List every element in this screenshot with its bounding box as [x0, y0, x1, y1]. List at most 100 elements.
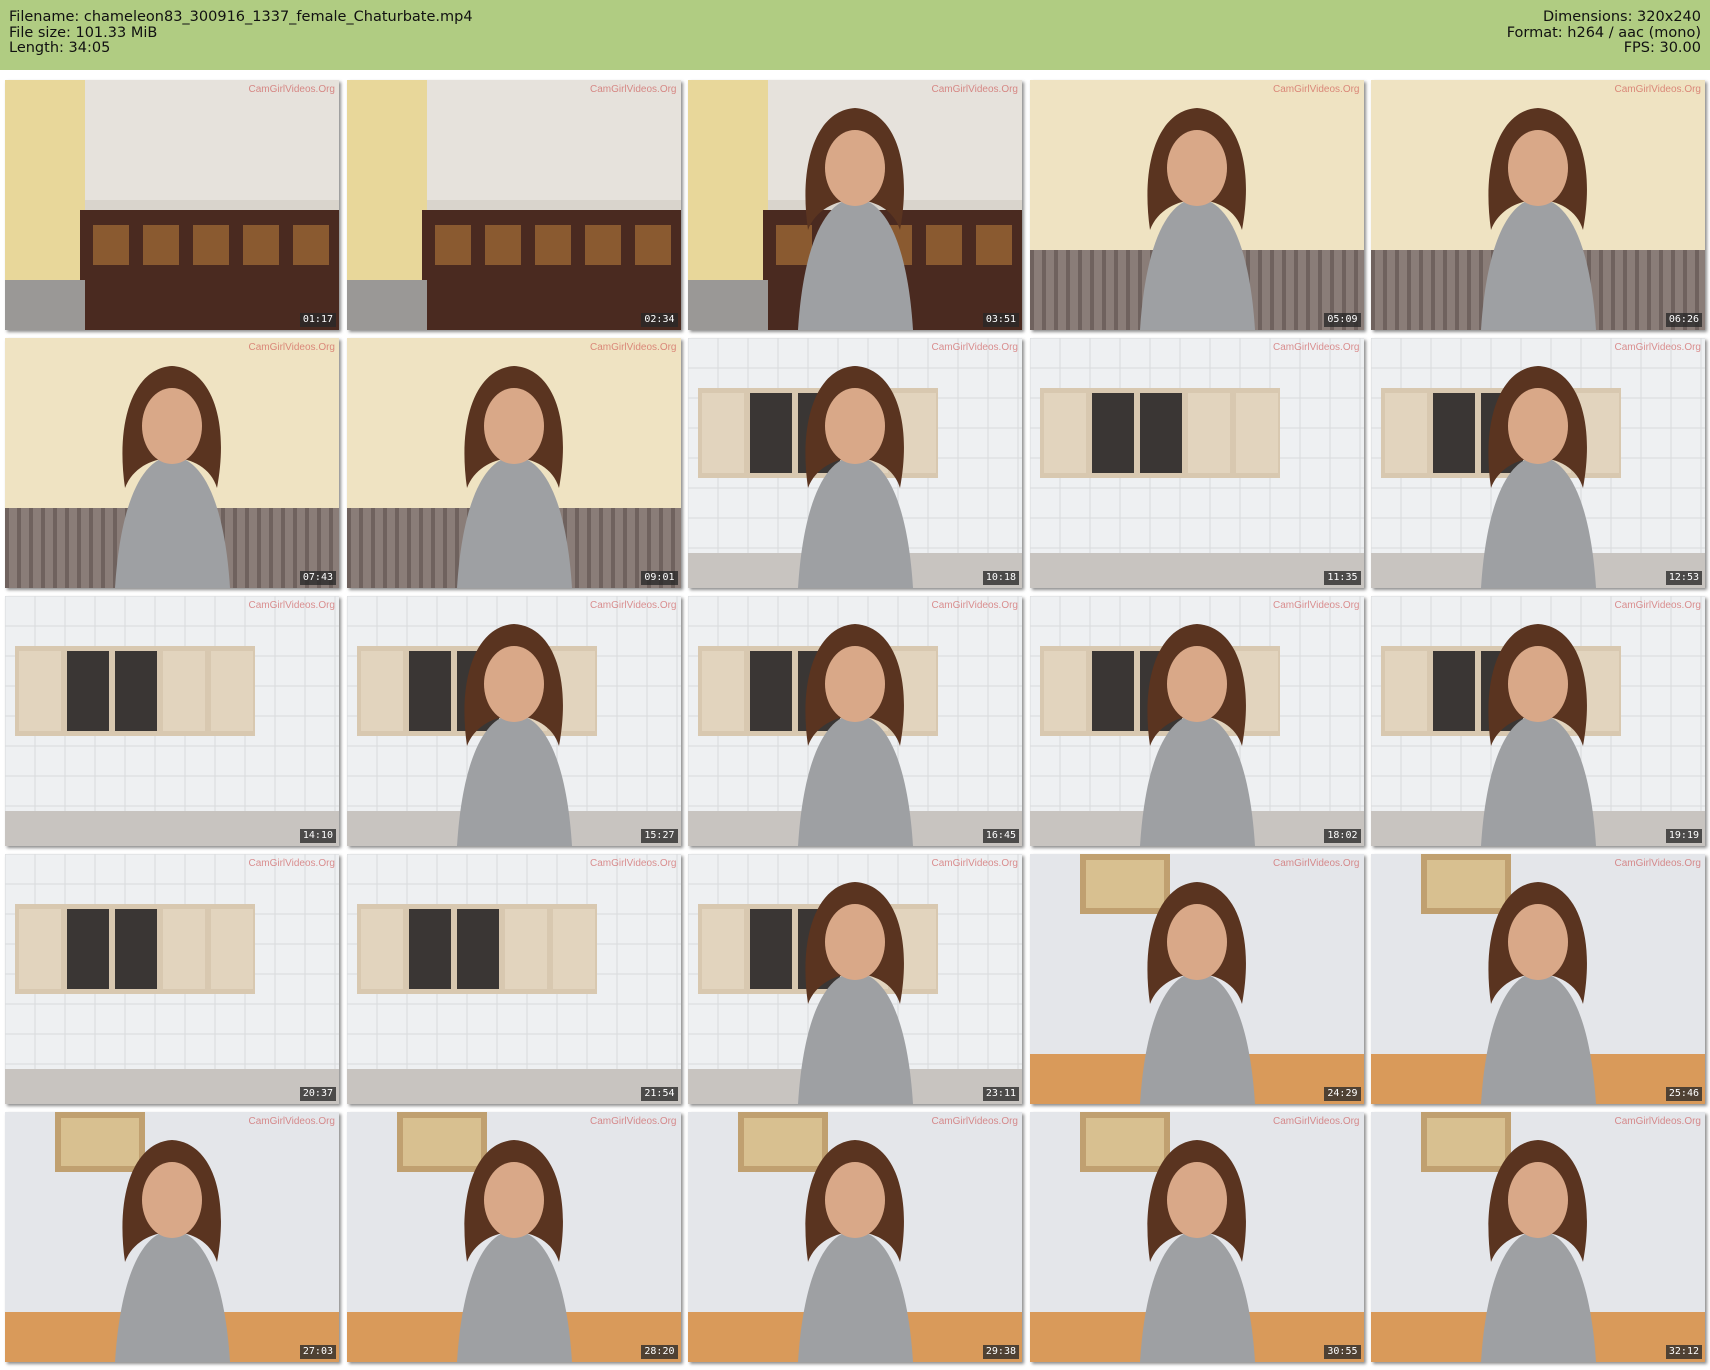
- thumbnail-frame: CamGirlVideos.Org 01:17: [5, 80, 339, 330]
- watermark-text: CamGirlVideos.Org: [1272, 1116, 1360, 1127]
- frame-image: [1029, 854, 1364, 1104]
- timestamp-label: 14:10: [299, 829, 336, 843]
- thumbnail-frame: CamGirlVideos.Org 15:27: [346, 596, 681, 846]
- watermark-text: CamGirlVideos.Org: [248, 342, 335, 353]
- frame-image: [1371, 1112, 1705, 1362]
- info-right: Dimensions: 320x240 Format: h264 / aac (…: [1506, 9, 1701, 57]
- frame-image: [5, 854, 339, 1104]
- frame-image: [346, 1112, 681, 1362]
- frame-image: [1029, 596, 1364, 846]
- watermark-text: CamGirlVideos.Org: [931, 84, 1018, 95]
- thumbnail-grid: CamGirlVideos.Org 01:17 CamGirlVideos.Org 0…: [5, 80, 1705, 1362]
- timestamp-label: 10:18: [982, 571, 1019, 585]
- thumbnail-frame: CamGirlVideos.Org 18:02: [1029, 596, 1364, 846]
- timestamp-label: 28:20: [641, 1345, 678, 1359]
- frame-image: [5, 338, 339, 588]
- watermark-text: CamGirlVideos.Org: [248, 600, 335, 611]
- frame-image: [1371, 338, 1705, 588]
- thumbnail-frame: CamGirlVideos.Org 05:09: [1029, 80, 1364, 330]
- frame-image: [5, 596, 339, 846]
- timestamp-label: 02:34: [641, 313, 678, 327]
- thumbnail-frame: CamGirlVideos.Org 32:12: [1371, 1112, 1705, 1362]
- watermark-text: CamGirlVideos.Org: [1614, 84, 1701, 95]
- watermark-text: CamGirlVideos.Org: [589, 342, 677, 353]
- thumbnail-frame: CamGirlVideos.Org 20:37: [5, 854, 339, 1104]
- watermark-text: CamGirlVideos.Org: [1614, 1116, 1701, 1127]
- timestamp-label: 16:45: [982, 829, 1019, 843]
- timestamp-label: 07:43: [299, 571, 336, 585]
- frame-image: [346, 596, 681, 846]
- thumbnail-frame: CamGirlVideos.Org 06:26: [1371, 80, 1705, 330]
- watermark-text: CamGirlVideos.Org: [248, 1116, 335, 1127]
- thumbnail-frame: CamGirlVideos.Org 12:53: [1371, 338, 1705, 588]
- timestamp-label: 18:02: [1324, 829, 1361, 843]
- frame-image: [688, 338, 1022, 588]
- dimensions-text: Dimensions: 320x240: [1542, 9, 1701, 25]
- watermark-text: CamGirlVideos.Org: [589, 1116, 677, 1127]
- watermark-text: CamGirlVideos.Org: [931, 858, 1018, 869]
- timestamp-label: 32:12: [1665, 1345, 1702, 1359]
- watermark-text: CamGirlVideos.Org: [931, 600, 1018, 611]
- watermark-text: CamGirlVideos.Org: [589, 84, 677, 95]
- timestamp-label: 27:03: [299, 1345, 336, 1359]
- thumbnail-frame: CamGirlVideos.Org 19:19: [1371, 596, 1705, 846]
- thumbnail-frame: CamGirlVideos.Org 10:18: [688, 338, 1022, 588]
- watermark-text: CamGirlVideos.Org: [1614, 858, 1701, 869]
- filesize-text: File size: 101.33 MiB: [9, 24, 158, 41]
- filename-text: Filename: chameleon83_300916_1337_female…: [9, 9, 473, 25]
- timestamp-label: 12:53: [1665, 571, 1702, 585]
- thumbnail-frame: CamGirlVideos.Org 28:20: [346, 1112, 681, 1362]
- frame-image: [346, 338, 681, 588]
- thumbnail-frame: CamGirlVideos.Org 14:10: [5, 596, 339, 846]
- timestamp-label: 11:35: [1324, 571, 1361, 585]
- frame-image: [1371, 596, 1705, 846]
- thumbnail-frame: CamGirlVideos.Org 23:11: [688, 854, 1022, 1104]
- watermark-text: CamGirlVideos.Org: [931, 342, 1018, 353]
- watermark-text: CamGirlVideos.Org: [589, 600, 677, 611]
- watermark-text: CamGirlVideos.Org: [1272, 858, 1360, 869]
- timestamp-label: 24:29: [1324, 1087, 1361, 1101]
- timestamp-label: 09:01: [641, 571, 678, 585]
- frame-image: [1371, 80, 1705, 330]
- frame-image: [688, 1112, 1022, 1362]
- frame-image: [5, 1112, 339, 1362]
- timestamp-label: 03:51: [982, 313, 1019, 327]
- timestamp-label: 05:09: [1324, 313, 1361, 327]
- frame-image: [688, 596, 1022, 846]
- timestamp-label: 23:11: [982, 1087, 1019, 1101]
- timestamp-label: 29:38: [982, 1345, 1019, 1359]
- fps-text: FPS: 30.00: [1623, 40, 1701, 56]
- info-header: Filename: chameleon83_300916_1337_female…: [0, 0, 1710, 70]
- frame-image: [346, 80, 681, 330]
- thumbnail-frame: CamGirlVideos.Org 07:43: [5, 338, 339, 588]
- thumbnail-frame: CamGirlVideos.Org 09:01: [346, 338, 681, 588]
- thumbnail-frame: CamGirlVideos.Org 16:45: [688, 596, 1022, 846]
- thumbnail-frame: CamGirlVideos.Org 21:54: [346, 854, 681, 1104]
- thumbnail-frame: CamGirlVideos.Org 25:46: [1371, 854, 1705, 1104]
- length-text: Length: 34:05: [9, 40, 111, 56]
- thumbnail-frame: CamGirlVideos.Org 02:34: [346, 80, 681, 330]
- thumbnail-frame: CamGirlVideos.Org 29:38: [688, 1112, 1022, 1362]
- watermark-text: CamGirlVideos.Org: [1614, 342, 1701, 353]
- thumbnail-frame: CamGirlVideos.Org 11:35: [1029, 338, 1364, 588]
- timestamp-label: 19:19: [1665, 829, 1702, 843]
- frame-image: [1029, 338, 1364, 588]
- watermark-text: CamGirlVideos.Org: [248, 858, 335, 869]
- timestamp-label: 15:27: [641, 829, 678, 843]
- info-left: Filename: chameleon83_300916_1337_female…: [9, 9, 473, 57]
- watermark-text: CamGirlVideos.Org: [1272, 600, 1360, 611]
- format-text: Format: h264 / aac (mono): [1506, 24, 1701, 41]
- timestamp-label: 30:55: [1324, 1345, 1361, 1359]
- watermark-text: CamGirlVideos.Org: [248, 84, 335, 95]
- watermark-text: CamGirlVideos.Org: [1272, 84, 1360, 95]
- thumbnail-frame: CamGirlVideos.Org 03:51: [688, 80, 1022, 330]
- timestamp-label: 21:54: [641, 1087, 678, 1101]
- watermark-text: CamGirlVideos.Org: [589, 858, 677, 869]
- frame-image: [346, 854, 681, 1104]
- timestamp-label: 20:37: [299, 1087, 336, 1101]
- timestamp-label: 25:46: [1665, 1087, 1702, 1101]
- thumbnail-frame: CamGirlVideos.Org 24:29: [1029, 854, 1364, 1104]
- frame-image: [1371, 854, 1705, 1104]
- watermark-text: CamGirlVideos.Org: [1614, 600, 1701, 611]
- timestamp-label: 06:26: [1665, 313, 1702, 327]
